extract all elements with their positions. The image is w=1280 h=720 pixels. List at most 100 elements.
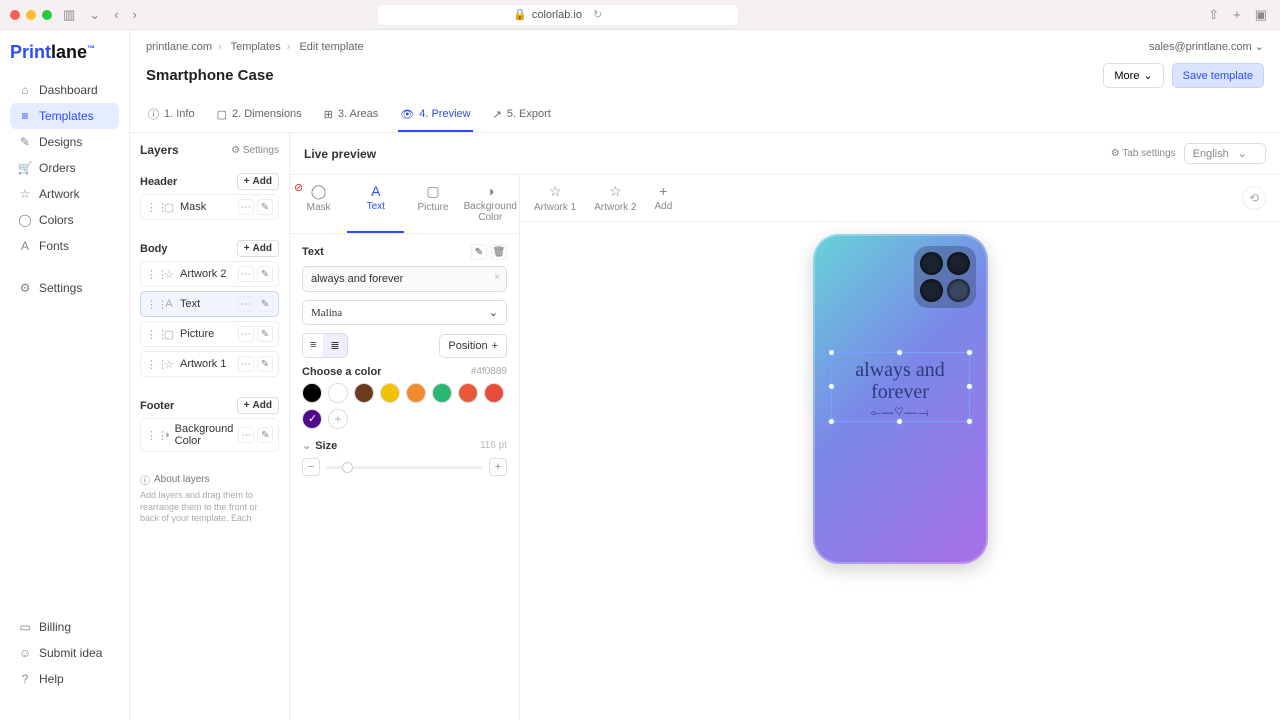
- brand-logo[interactable]: Printlane™: [10, 42, 119, 63]
- new-tab-icon[interactable]: +: [1230, 7, 1244, 23]
- clear-text-icon[interactable]: ×: [494, 272, 500, 283]
- tab-info[interactable]: ⓘ1. Info: [146, 98, 197, 132]
- breadcrumb-item[interactable]: printlane.com: [146, 41, 212, 53]
- add-layer-button[interactable]: + Add: [237, 240, 279, 257]
- resize-handle[interactable]: [966, 383, 973, 390]
- more-icon[interactable]: ⋯: [238, 199, 254, 215]
- drag-handle-icon[interactable]: ⋮⋮: [146, 429, 158, 442]
- color-swatch[interactable]: [302, 383, 322, 403]
- drag-handle-icon[interactable]: ⋮⋮: [146, 298, 158, 311]
- tab-preview[interactable]: 👁4. Preview: [398, 98, 472, 132]
- resize-handle[interactable]: [828, 349, 835, 356]
- color-swatch[interactable]: [354, 383, 374, 403]
- color-swatch[interactable]: [380, 383, 400, 403]
- position-button[interactable]: Position +: [439, 334, 507, 358]
- sidebar-item-fonts[interactable]: AFonts: [10, 233, 119, 259]
- size-increase-button[interactable]: +: [489, 458, 507, 476]
- layers-settings-link[interactable]: ⚙ Settings: [231, 145, 279, 156]
- tool-tab-picture[interactable]: ▢Picture: [404, 175, 461, 233]
- drag-handle-icon[interactable]: ⋮⋮: [146, 358, 158, 371]
- sidebar-item-colors[interactable]: ◯Colors: [10, 207, 119, 233]
- sidebar-item-submit-idea[interactable]: ☺Submit idea: [10, 640, 119, 666]
- close-window-icon[interactable]: [10, 10, 20, 20]
- minimize-window-icon[interactable]: [26, 10, 36, 20]
- preview-canvas[interactable]: always and forever ⟜―♡―⟞: [520, 222, 1280, 720]
- edit-icon[interactable]: ✎: [257, 356, 273, 372]
- layer-item-mask[interactable]: ⋮⋮▢Mask⋯✎: [140, 194, 279, 220]
- tool-tab-text[interactable]: AText: [347, 175, 404, 233]
- hide-icon[interactable]: ⊘: [294, 181, 303, 194]
- resize-handle[interactable]: [828, 383, 835, 390]
- color-swatch[interactable]: [406, 383, 426, 403]
- tab-dimensions[interactable]: ▢2. Dimensions: [215, 98, 304, 132]
- maximize-window-icon[interactable]: [42, 10, 52, 20]
- slider-thumb[interactable]: [342, 462, 353, 473]
- sidebar-item-templates[interactable]: ≡Templates: [10, 103, 119, 129]
- sidebar-item-dashboard[interactable]: ⌂Dashboard: [10, 77, 119, 103]
- tab-settings-link[interactable]: ⚙ Tab settings: [1111, 148, 1176, 159]
- edit-icon[interactable]: ✎: [257, 296, 273, 312]
- edit-icon[interactable]: ✎: [471, 244, 487, 260]
- align-left-button[interactable]: ≡: [303, 334, 323, 357]
- layer-item-artwork1[interactable]: ⋮⋮☆Artwork 1⋯✎: [140, 351, 279, 377]
- more-icon[interactable]: ⋯: [238, 266, 254, 282]
- add-layer-button[interactable]: + Add: [237, 397, 279, 414]
- more-icon[interactable]: ⋯: [238, 296, 254, 312]
- chevron-down-icon[interactable]: ⌄: [302, 440, 311, 452]
- resize-handle[interactable]: [896, 349, 903, 356]
- size-decrease-button[interactable]: −: [302, 458, 320, 476]
- align-center-button[interactable]: ≣: [323, 334, 346, 357]
- sidebar-item-settings[interactable]: ⚙Settings: [10, 275, 119, 301]
- drag-handle-icon[interactable]: ⋮⋮: [146, 328, 158, 341]
- zoom-reset-button[interactable]: ⟲: [1242, 186, 1266, 210]
- tab-artwork2[interactable]: ☆Artwork 2: [594, 183, 636, 213]
- breadcrumb-item[interactable]: Templates: [231, 41, 281, 53]
- sidebar-item-billing[interactable]: ▭Billing: [10, 614, 119, 640]
- resize-handle[interactable]: [896, 418, 903, 425]
- slider-track[interactable]: [326, 466, 483, 469]
- sidebar-item-designs[interactable]: ✎Designs: [10, 129, 119, 155]
- edit-icon[interactable]: ✎: [257, 199, 273, 215]
- sidebar-item-help[interactable]: ?Help: [10, 666, 119, 692]
- text-selection-box[interactable]: always and forever ⟜―♡―⟞: [831, 352, 970, 422]
- share-icon[interactable]: ⇧: [1205, 7, 1222, 23]
- color-swatch[interactable]: [432, 383, 452, 403]
- more-icon[interactable]: ⋯: [238, 356, 254, 372]
- sidebar-item-artwork[interactable]: ☆Artwork: [10, 181, 119, 207]
- url-bar[interactable]: 🔒 colorlab.io ↻: [378, 5, 738, 25]
- layer-item-artwork2[interactable]: ⋮⋮☆Artwork 2⋯✎: [140, 261, 279, 287]
- back-icon[interactable]: ‹: [111, 7, 121, 22]
- edit-icon[interactable]: ✎: [257, 326, 273, 342]
- sidebar-toggle-icon[interactable]: ▥: [60, 7, 78, 23]
- tab-add[interactable]: +Add: [654, 183, 672, 213]
- layer-item-text[interactable]: ⋮⋮AText⋯✎: [140, 291, 279, 317]
- language-select[interactable]: English ⌄: [1184, 143, 1266, 164]
- layer-item-bgcolor[interactable]: ⋮⋮◑Background Color⋯✎: [140, 418, 279, 452]
- save-template-button[interactable]: Save template: [1172, 63, 1264, 88]
- edit-icon[interactable]: ✎: [257, 266, 273, 282]
- trash-icon[interactable]: 🗑: [491, 244, 507, 260]
- layer-item-picture[interactable]: ⋮⋮▢Picture⋯✎: [140, 321, 279, 347]
- forward-icon[interactable]: ›: [130, 7, 140, 22]
- color-swatch[interactable]: [328, 383, 348, 403]
- user-email[interactable]: sales@printlane.com ⌄: [1149, 40, 1264, 53]
- resize-handle[interactable]: [966, 418, 973, 425]
- tab-artwork1[interactable]: ☆Artwork 1: [534, 183, 576, 213]
- more-button[interactable]: More ⌄: [1103, 63, 1163, 88]
- tool-tab-bgcolor[interactable]: ◑Background Color: [462, 175, 519, 233]
- resize-handle[interactable]: [966, 349, 973, 356]
- more-icon[interactable]: ⋯: [238, 326, 254, 342]
- tabs-icon[interactable]: ▣: [1252, 7, 1270, 23]
- tab-areas[interactable]: ⊞3. Areas: [322, 98, 381, 132]
- font-select[interactable]: Malina ⌄: [302, 300, 507, 325]
- drag-handle-icon[interactable]: ⋮⋮: [146, 268, 158, 281]
- refresh-icon[interactable]: ↻: [593, 8, 602, 21]
- color-swatch[interactable]: [484, 383, 504, 403]
- add-color-button[interactable]: +: [328, 409, 348, 429]
- chevron-down-icon[interactable]: ⌄: [86, 7, 103, 23]
- add-layer-button[interactable]: + Add: [237, 173, 279, 190]
- drag-handle-icon[interactable]: ⋮⋮: [146, 201, 158, 214]
- resize-handle[interactable]: [828, 418, 835, 425]
- sidebar-item-orders[interactable]: 🛒Orders: [10, 155, 119, 181]
- more-icon[interactable]: ⋯: [238, 427, 254, 443]
